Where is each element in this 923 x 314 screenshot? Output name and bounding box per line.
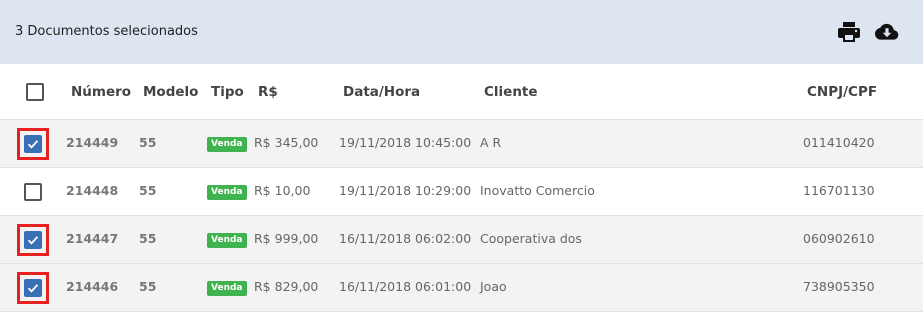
- header-modelo[interactable]: Modelo: [143, 84, 198, 100]
- header-cliente[interactable]: Cliente: [484, 84, 538, 100]
- row-checkbox[interactable]: [24, 279, 42, 297]
- cell-cnpj-cpf: 060902610: [803, 231, 875, 246]
- header-data-hora[interactable]: Data/Hora: [343, 84, 420, 100]
- cell-numero: 214448: [66, 183, 119, 198]
- download-button[interactable]: [875, 20, 899, 44]
- tipo-badge: Venda: [207, 137, 247, 152]
- cell-cnpj-cpf: 011410420: [803, 135, 875, 150]
- cell-cliente: Inovatto Comercio: [480, 183, 595, 198]
- cloud-download-icon: [875, 23, 899, 40]
- checkmark-icon: [27, 284, 39, 293]
- selection-count: 3 Documentos selecionados: [15, 24, 198, 39]
- checkmark-icon: [27, 140, 39, 149]
- cell-data-hora: 16/11/2018 06:02:00: [339, 231, 472, 246]
- tipo-badge: Venda: [207, 185, 247, 200]
- cell-data-hora: 16/11/2018 06:01:00: [339, 279, 472, 294]
- checkmark-icon: [27, 236, 39, 245]
- cell-numero: 214447: [66, 231, 119, 246]
- cell-modelo: 55: [139, 135, 157, 150]
- cell-modelo: 55: [139, 183, 157, 198]
- table-row[interactable]: 214447 55 Venda R$ 999,00 16/11/2018 06:…: [0, 216, 923, 264]
- tipo-badge: Venda: [207, 281, 247, 296]
- header-tipo[interactable]: Tipo: [211, 84, 244, 100]
- cell-modelo: 55: [139, 231, 157, 246]
- selection-bar: 3 Documentos selecionados: [0, 0, 923, 64]
- header-valor[interactable]: R$: [258, 84, 278, 100]
- tipo-badge: Venda: [207, 233, 247, 248]
- header-numero[interactable]: Número: [71, 84, 131, 100]
- cell-cnpj-cpf: 738905350: [803, 279, 875, 294]
- cell-cliente: Cooperativa dos: [480, 231, 582, 246]
- cell-numero: 214449: [66, 135, 119, 150]
- cell-cliente: Joao: [480, 279, 507, 294]
- selection-actions: [837, 20, 899, 44]
- header-cnpj-cpf[interactable]: CNPJ/CPF: [807, 84, 877, 100]
- cell-modelo: 55: [139, 279, 157, 294]
- cell-valor: R$ 345,00: [254, 135, 319, 150]
- table-row[interactable]: 214448 55 Venda R$ 10,00 19/11/2018 10:2…: [0, 168, 923, 216]
- table-row[interactable]: 214449 55 Venda R$ 345,00 19/11/2018 10:…: [0, 120, 923, 168]
- print-button[interactable]: [837, 20, 861, 44]
- row-checkbox[interactable]: [24, 135, 42, 153]
- cell-cliente: A R: [480, 135, 502, 150]
- print-icon: [838, 22, 860, 42]
- cell-data-hora: 19/11/2018 10:29:00: [339, 183, 472, 198]
- table-row[interactable]: 214446 55 Venda R$ 829,00 16/11/2018 06:…: [0, 264, 923, 312]
- table-header: Número Modelo Tipo R$ Data/Hora Cliente …: [0, 64, 923, 120]
- row-checkbox[interactable]: [24, 231, 42, 249]
- cell-valor: R$ 10,00: [254, 183, 311, 198]
- cell-data-hora: 19/11/2018 10:45:00: [339, 135, 472, 150]
- row-checkbox[interactable]: [24, 183, 42, 201]
- cell-valor: R$ 999,00: [254, 231, 319, 246]
- cell-valor: R$ 829,00: [254, 279, 319, 294]
- select-all-checkbox[interactable]: [26, 83, 44, 101]
- cell-cnpj-cpf: 116701130: [803, 183, 875, 198]
- cell-numero: 214446: [66, 279, 119, 294]
